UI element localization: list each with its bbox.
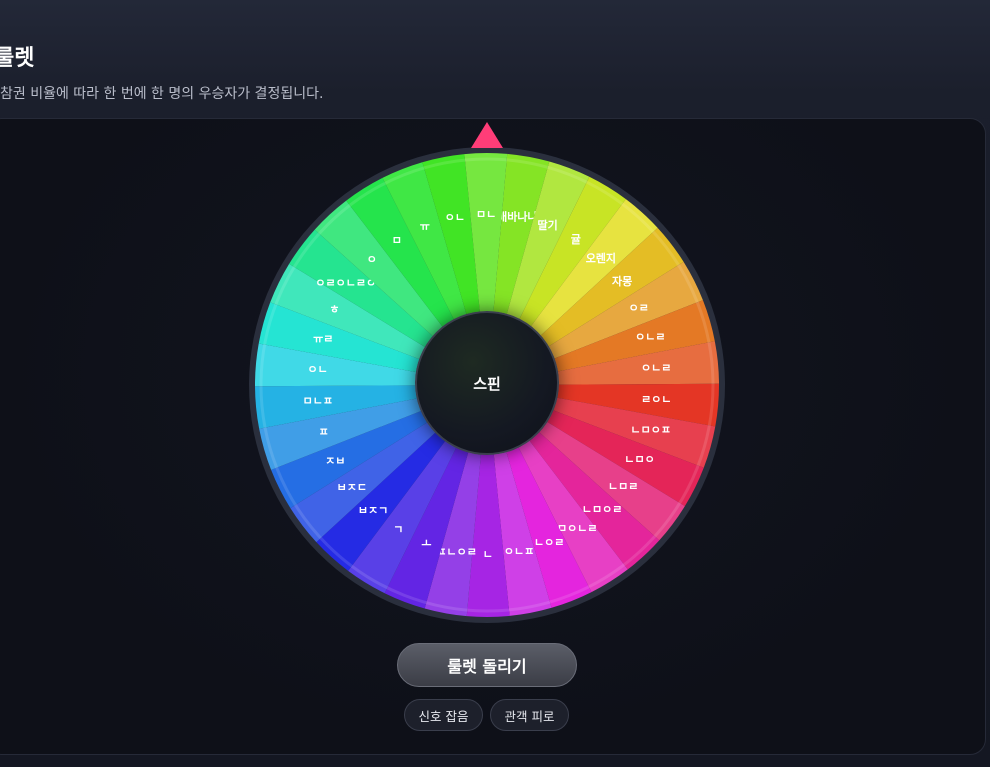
wheel-segment-label: ㅇㄹ (629, 301, 649, 314)
wheel-segment-label: ㅁ (392, 234, 402, 247)
wheel-segment-label: ㅈㅂ (325, 455, 345, 468)
wheel-segment-label: ㅗ (421, 537, 431, 550)
wheel-segment-label: ㅂㅈㄱ (358, 504, 388, 517)
wheel-segment-label: ㄴ (483, 548, 493, 561)
wheel-segment-label: ㅇㄴㅍ (504, 545, 534, 558)
wheel-segment-label: ㅍ (319, 425, 329, 438)
wheel-segment-label: ㅁㅇㄴㄹ (557, 522, 597, 535)
spin-hub-label: 스핀 (473, 374, 501, 393)
wheel-segment-label: ㅎ (329, 303, 339, 316)
wheel-segment-label: ㅁㄴㅍ (303, 395, 333, 408)
spin-roulette-button[interactable]: 룰렛 돌리기 (397, 643, 577, 687)
wheel-segment-label: ㅍㄴㅇㄹ (436, 545, 476, 558)
wheel-segment-label: 오렌지 (586, 251, 616, 265)
page-subtitle: 참권 비율에 따라 한 번에 한 명의 우승자가 결정됩니다. (0, 86, 324, 102)
wheel-segment-label: ㅠㄹ (313, 332, 333, 345)
wheel-segment-label: ㄴㅁㅇ (624, 453, 654, 466)
wheel-segment-label: ㅂㅈㄷ (337, 481, 367, 494)
wheel-segment-label: ㅠ (420, 220, 430, 233)
pointer-icon (471, 122, 503, 148)
wheel-segment-label: ㅇㄴ (445, 211, 465, 224)
wheel-segment-label: 배바나나 (497, 210, 537, 224)
wheel-segment-label: 귤 (571, 233, 581, 246)
wheel-segment-label: ㄴㅁㅇㄹ (582, 503, 622, 516)
wheel-segment-label: ㅇㄴ (308, 363, 328, 376)
wheel-segment-label: ㅇ (367, 253, 377, 266)
spin-hub-button[interactable]: 스핀 (415, 311, 559, 455)
chip-signal-noise[interactable]: 신호 잡음 (404, 699, 483, 731)
wheel-segment-label: ㄴㅁㅇㅍ (631, 424, 671, 437)
wheel-segment-label: 딸기 (537, 218, 557, 232)
wheel-segment-label: ㅇㄴㄹ (641, 361, 671, 374)
wheel-segment-label: ㄹㅇㄴ (641, 393, 671, 406)
wheel-segment-label: 자몽 (612, 274, 632, 288)
chip-audience-fatigue[interactable]: 관객 피로 (490, 699, 569, 731)
wheel-segment-label: ㄴㅇㄹ (534, 536, 564, 549)
wheel-segment-label: ㅁㄴ (476, 208, 496, 221)
wheel-segment-label: ㄱ (393, 523, 403, 536)
page-title: 룰렛 (0, 46, 35, 71)
wheel-segment-label: ㅇㄴㄹ (635, 331, 665, 344)
wheel-segment-label: ㄴㅁㄹ (608, 480, 638, 493)
roulette-page: 룰렛 참권 비율에 따라 한 번에 한 명의 우승자가 결정됩니다. 배바나나 딸… (0, 0, 990, 767)
